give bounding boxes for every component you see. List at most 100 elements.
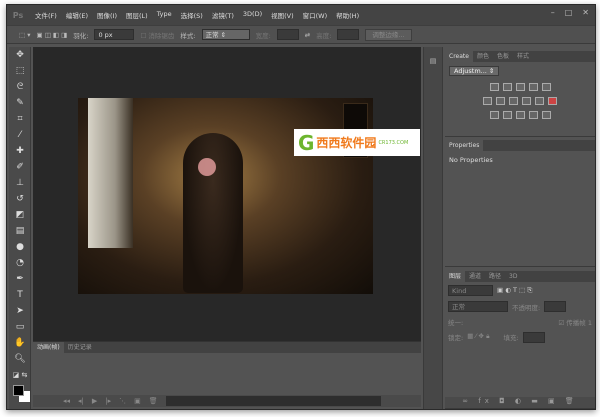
brush-tool-icon[interactable]: ✐ xyxy=(9,159,31,175)
selection-mode-icons[interactable]: ▣ ◫ ◧ ◨ xyxy=(36,31,67,39)
timeline-tab[interactable]: 动画(帧) xyxy=(33,342,64,353)
marquee-tool-icon[interactable]: ⬚ xyxy=(9,63,31,79)
propagate-checkbox[interactable]: ☑ 传播帧 1 xyxy=(558,317,592,327)
menu-item[interactable]: 视图(V) xyxy=(271,10,294,20)
tween-icon[interactable]: ⋱ xyxy=(119,397,126,405)
menu-item[interactable]: 帮助(H) xyxy=(336,10,359,20)
tab-properties[interactable]: Properties xyxy=(445,140,484,151)
opacity-label: 不透明度: xyxy=(512,303,541,312)
blend-mode-select[interactable]: 正常 xyxy=(448,301,508,312)
width-input[interactable] xyxy=(276,29,299,40)
path-select-icon[interactable]: ➤ xyxy=(9,303,31,319)
unify-label: 统一: xyxy=(448,319,464,327)
panel-dock-strip: ▤ xyxy=(423,47,443,409)
propagate-label: 传播帧 1 xyxy=(566,319,592,327)
first-frame-icon[interactable]: ◂◂ xyxy=(63,397,70,405)
layers-tab[interactable]: 通道 xyxy=(465,271,485,282)
lock-icons[interactable]: ▦ ⁄ ✥ 🔒︎ xyxy=(467,332,489,343)
layers-tab[interactable]: 3D xyxy=(505,271,521,282)
lock-label: 锁定: xyxy=(448,334,464,342)
menu-item[interactable]: 窗口(W) xyxy=(303,10,328,20)
dock-icon[interactable]: ▤ xyxy=(424,57,442,65)
menu-item[interactable]: 图像(I) xyxy=(97,10,117,20)
menu-item[interactable]: 文件(F) xyxy=(35,10,57,20)
fill-input[interactable] xyxy=(522,332,545,343)
photoshop-window: Ps 文件(F) 编辑(E) 图像(I) 图层(L) Type 选择(S) 滤镜(T) 3D(… xyxy=(6,4,596,410)
maximize-button[interactable]: □ xyxy=(565,8,573,17)
layers-tab[interactable]: 路径 xyxy=(485,271,505,282)
timeline-panel: 动画(帧) 历史记录 ◂◂ ◂| ▶ |▸ ⋱ ▣ 🗑︎ xyxy=(33,341,421,409)
foreground-color[interactable] xyxy=(13,385,24,396)
refine-edge-button[interactable]: 调整边缘... xyxy=(365,28,412,41)
lasso-tool-icon[interactable]: ᘓ xyxy=(9,79,31,95)
kind-filter[interactable]: Kind xyxy=(448,285,493,296)
menu-item[interactable]: 编辑(E) xyxy=(66,10,88,20)
duplicate-frame-icon[interactable]: ▣ xyxy=(134,397,141,405)
hand-tool-icon[interactable]: ✋ xyxy=(9,335,31,351)
style-value: 正常 xyxy=(205,31,219,39)
canvas-photo[interactable]: G 西西软件园 CR173.COM xyxy=(78,98,420,294)
style-label: 样式: xyxy=(180,31,196,40)
style-select[interactable]: 正常 ⇕ xyxy=(201,29,250,40)
adjustments-tab[interactable]: 色板 xyxy=(493,51,513,62)
history-brush-icon[interactable]: ↺ xyxy=(9,191,31,207)
timeline-scroll[interactable] xyxy=(165,396,381,406)
toolbar: ✥ ⬚ ᘓ ✎ ⌗ ⁄ ✚ ✐ ⊥ ↺ ◩ ▤ ● ◔ ✒ T ➤ ▭ ✋ 🔍︎… xyxy=(9,47,31,409)
menu-item[interactable]: Type xyxy=(157,10,172,20)
menu-item[interactable]: 图层(L) xyxy=(126,10,148,20)
watermark-logo: G 西西软件园 CR173.COM xyxy=(294,129,420,156)
zoom-tool-icon[interactable]: 🔍︎ xyxy=(9,351,31,367)
close-button[interactable]: ✕ xyxy=(582,8,589,17)
crop-tool-icon[interactable]: ⌗ xyxy=(9,111,31,127)
photo-person xyxy=(183,133,243,293)
delete-frame-icon[interactable]: 🗑︎ xyxy=(149,397,158,405)
shape-tool-icon[interactable]: ▭ xyxy=(9,319,31,335)
menu-item[interactable]: 滤镜(T) xyxy=(212,10,234,20)
marquee-icon[interactable]: ⬚ ▾ xyxy=(19,31,30,39)
timeline-tab[interactable]: 历史记录 xyxy=(64,342,96,353)
options-bar: ⬚ ▾ ▣ ◫ ◧ ◨ 羽化: 0 px ☐ 消除锯齿 样式: 正常 ⇕ 宽度:… xyxy=(7,25,595,44)
move-tool-icon[interactable]: ✥ xyxy=(9,47,31,63)
next-frame-icon[interactable]: |▸ xyxy=(105,397,111,405)
play-icon[interactable]: ▶ xyxy=(92,397,97,405)
timeline-controls: ◂◂ ◂| ▶ |▸ ⋱ ▣ 🗑︎ xyxy=(33,395,421,407)
healing-brush-icon[interactable]: ✚ xyxy=(9,143,31,159)
height-input[interactable] xyxy=(337,29,360,40)
opacity-input[interactable] xyxy=(544,301,567,312)
blur-icon[interactable]: ● xyxy=(9,239,31,255)
adjustments-tab[interactable]: 样式 xyxy=(513,51,533,62)
default-colors-icon[interactable]: ◪ ⇆ xyxy=(9,367,31,383)
eyedropper-icon[interactable]: ⁄ xyxy=(9,127,31,143)
adjustments-panel: Create 颜色 色板 样式 Adjustm... ⇕ xyxy=(445,51,595,137)
adjustments-tab[interactable]: 颜色 xyxy=(473,51,493,62)
quick-select-icon[interactable]: ✎ xyxy=(9,95,31,111)
swap-icon[interactable]: ⇄ xyxy=(305,31,310,39)
ps-logo: Ps xyxy=(12,10,24,20)
document-area: G 西西软件园 CR173.COM xyxy=(33,47,421,341)
type-tool-icon[interactable]: T xyxy=(9,287,31,303)
adjustments-dropdown-value: Adjustm... xyxy=(454,67,487,75)
pen-tool-icon[interactable]: ✒ xyxy=(9,271,31,287)
feather-input[interactable]: 0 px xyxy=(94,29,135,40)
watermark-text: 西西软件园 xyxy=(316,136,377,150)
dodge-icon[interactable]: ◔ xyxy=(9,255,31,271)
adjustments-dropdown[interactable]: Adjustm... ⇕ xyxy=(449,66,500,76)
photo-window-light xyxy=(88,98,133,248)
feather-label: 羽化: xyxy=(73,31,89,40)
fill-label: 填充: xyxy=(503,334,519,342)
menu-item[interactable]: 选择(S) xyxy=(181,10,203,20)
antialias-checkbox[interactable]: ☐ 消除锯齿 xyxy=(140,30,174,40)
minimize-button[interactable]: – xyxy=(551,8,555,17)
color-swatches[interactable] xyxy=(9,383,30,405)
clone-stamp-icon[interactable]: ⊥ xyxy=(9,175,31,191)
menu-item[interactable]: 3D(D) xyxy=(243,10,262,20)
gradient-icon[interactable]: ▤ xyxy=(9,223,31,239)
eraser-icon[interactable]: ◩ xyxy=(9,207,31,223)
layer-actions[interactable]: ∞ fx ◘ ◐ ▬ ▣ 🗑︎ xyxy=(445,397,595,408)
layers-tab[interactable]: 图层 xyxy=(445,271,466,282)
menu-bar: Ps 文件(F) 编辑(E) 图像(I) 图层(L) Type 选择(S) 滤镜(T) 3D(… xyxy=(7,5,595,25)
filter-icons[interactable]: ▣ ◐ T ⬚ ⎘ xyxy=(497,286,532,295)
adjustment-icons[interactable] xyxy=(445,83,595,93)
adjustments-tab[interactable]: Create xyxy=(445,51,473,62)
prev-frame-icon[interactable]: ◂| xyxy=(78,397,84,405)
